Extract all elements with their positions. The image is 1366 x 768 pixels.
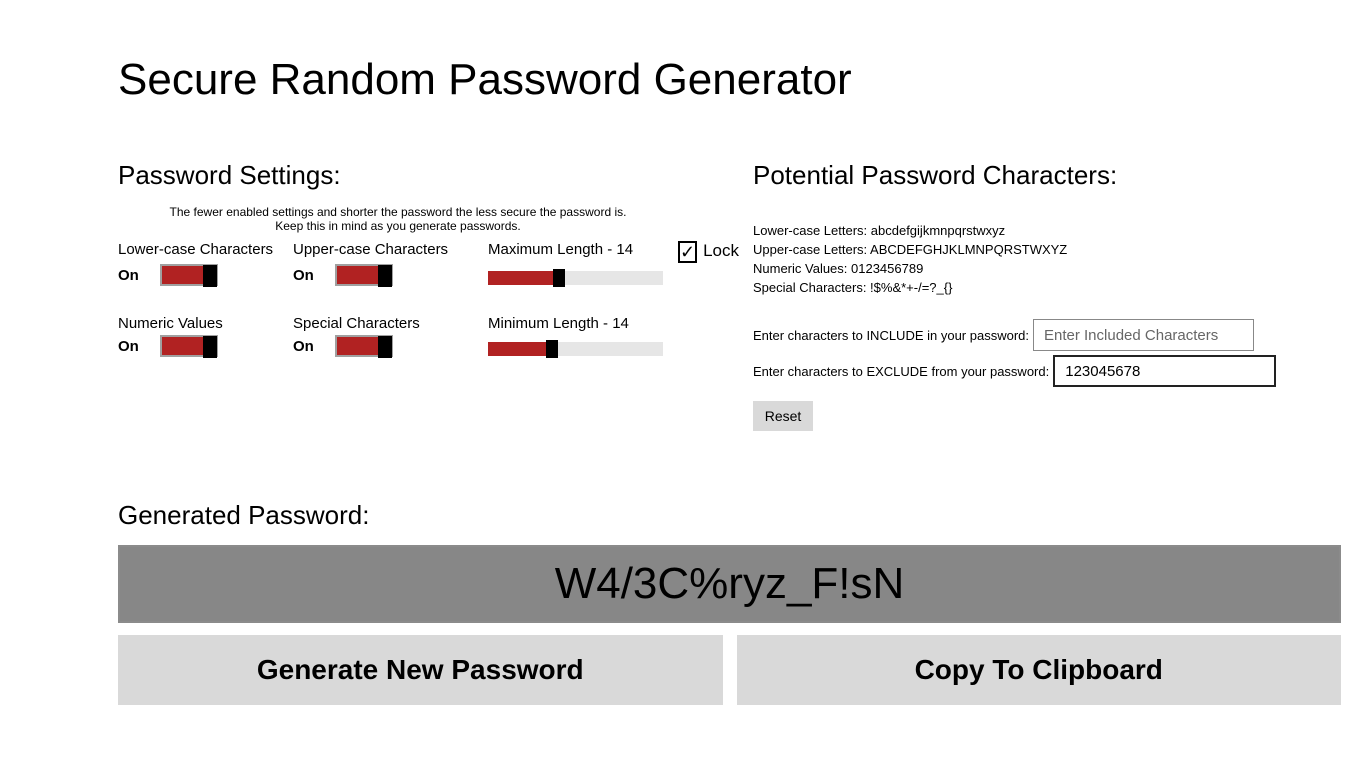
settings-heading: Password Settings:	[118, 160, 733, 191]
copy-button[interactable]: Copy To Clipboard	[737, 635, 1342, 705]
max-length-label: Maximum Length - 14	[488, 241, 678, 261]
lowercase-toggle[interactable]	[160, 264, 218, 286]
exclude-label: Enter characters to EXCLUDE from your pa…	[753, 364, 1049, 379]
special-state: On	[293, 338, 321, 355]
min-length-label: Minimum Length - 14	[488, 315, 678, 332]
lowercase-label: Lower-case Characters	[118, 241, 293, 261]
special-label: Special Characters	[293, 315, 488, 332]
settings-hint: The fewer enabled settings and shorter t…	[118, 205, 678, 233]
lock-wrap: ✓ Lock	[678, 241, 738, 263]
numeric-toggle[interactable]	[160, 335, 218, 357]
max-length-slider[interactable]	[488, 271, 663, 285]
generated-heading: Generated Password:	[118, 500, 1341, 531]
exclude-input[interactable]	[1053, 355, 1276, 387]
password-settings-panel: Password Settings: The fewer enabled set…	[118, 160, 733, 431]
special-toggle[interactable]	[335, 335, 393, 357]
min-length-slider[interactable]	[488, 342, 663, 356]
reset-button[interactable]: Reset	[753, 401, 813, 431]
uppercase-state: On	[293, 267, 321, 284]
lock-checkbox[interactable]: ✓	[678, 241, 697, 263]
generate-button[interactable]: Generate New Password	[118, 635, 723, 705]
potential-upper: Upper-case Letters: ABCDEFGHJKLMNPQRSTWX…	[753, 242, 1253, 257]
potential-lower: Lower-case Letters: abcdefgijkmnpqrstwxy…	[753, 223, 1253, 238]
page-title: Secure Random Password Generator	[0, 0, 1366, 105]
potential-numeric: Numeric Values: 0123456789	[753, 261, 1253, 276]
include-label: Enter characters to INCLUDE in your pass…	[753, 328, 1029, 343]
lowercase-state: On	[118, 267, 146, 284]
potential-heading: Potential Password Characters:	[753, 160, 1253, 191]
potential-special: Special Characters: !$%&*+-/=?_{}	[753, 280, 1253, 295]
include-input[interactable]	[1033, 319, 1254, 351]
generated-section: Generated Password: W4/3C%ryz_F!sN Gener…	[118, 500, 1341, 705]
potential-characters-panel: Potential Password Characters: Lower-cas…	[733, 160, 1253, 431]
hint-line1: The fewer enabled settings and shorter t…	[170, 205, 627, 219]
uppercase-label: Upper-case Characters	[293, 241, 488, 261]
password-display: W4/3C%ryz_F!sN	[118, 545, 1341, 623]
numeric-state: On	[118, 338, 146, 355]
hint-line2: Keep this in mind as you generate passwo…	[275, 219, 520, 233]
uppercase-toggle[interactable]	[335, 264, 393, 286]
numeric-label: Numeric Values	[118, 315, 293, 332]
